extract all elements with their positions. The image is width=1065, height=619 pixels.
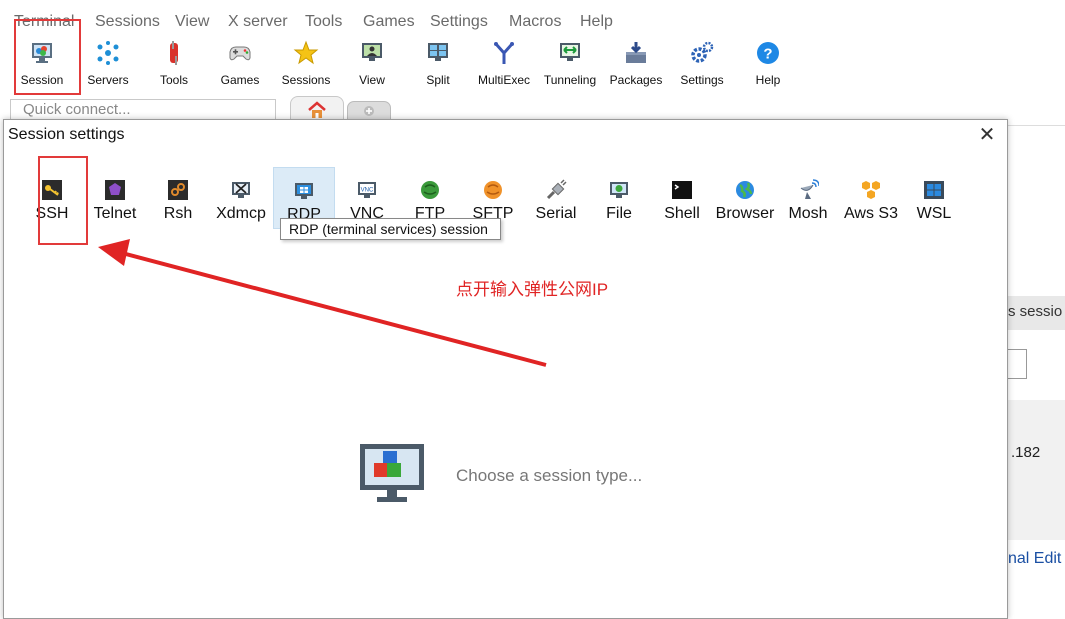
toolbar-tunneling-button[interactable]: Tunneling — [537, 38, 603, 92]
svg-text:?: ? — [763, 46, 772, 63]
split-icon — [428, 43, 448, 61]
toolbar-label: MultiExec — [477, 73, 530, 87]
quick-connect-input[interactable]: Quick connect... — [10, 99, 276, 121]
toolbar-help-button[interactable]: ? Help — [735, 38, 801, 92]
menu-view[interactable]: View — [175, 13, 209, 31]
toolbar-settings-button[interactable]: Settings — [669, 38, 735, 92]
toolbar-split-button[interactable]: Split — [405, 38, 471, 92]
toolbar-sessions-button[interactable]: Sessions — [273, 38, 339, 92]
toolbar: Session Servers Tools Games Sessions Vie… — [0, 36, 1065, 94]
multiexec-icon — [494, 42, 514, 64]
toolbar-packages-button[interactable]: Packages — [603, 38, 669, 92]
annotation-arrow — [98, 239, 547, 367]
toolbar-tools-button[interactable]: Tools — [141, 38, 207, 92]
toolbar-label: Servers — [87, 73, 129, 87]
menu-tools[interactable]: Tools — [305, 13, 342, 31]
session-type-placeholder-icon — [360, 444, 424, 502]
choose-session-text: Choose a session type... — [456, 466, 643, 485]
new-tab-button[interactable] — [347, 101, 391, 121]
menubar: Terminal Sessions View X server Tools Ga… — [0, 9, 1065, 37]
background-input[interactable] — [1008, 349, 1027, 379]
servers-icon — [97, 41, 119, 65]
toolbar-label: Split — [426, 73, 450, 87]
help-icon: ? — [757, 42, 779, 64]
toolbar-label: Sessions — [281, 73, 331, 87]
menu-help[interactable]: Help — [580, 13, 613, 31]
toolbar-games-button[interactable]: Games — [207, 38, 273, 92]
plus-icon — [364, 106, 374, 116]
toolbar-view-button[interactable]: View — [339, 38, 405, 92]
toolbar-multiexec-button[interactable]: MultiExec — [471, 38, 537, 92]
background-session-button-label: s sessio — [1008, 303, 1063, 320]
menu-sessions[interactable]: Sessions — [95, 13, 160, 31]
toolbar-label: Games — [220, 73, 260, 87]
toolbar-label: Settings — [680, 73, 724, 87]
gear-icon — [691, 41, 714, 63]
background-editor-link[interactable]: nal Edit — [1008, 550, 1061, 568]
background-ip-text: .182 — [1011, 444, 1041, 461]
background-panel — [1008, 400, 1065, 540]
menu-games[interactable]: Games — [363, 13, 415, 31]
star-icon — [293, 40, 319, 65]
session-button-highlight — [14, 19, 81, 95]
background-divider — [1008, 125, 1065, 126]
toolbar-servers-button[interactable]: Servers — [75, 38, 141, 92]
toolbar-label: Tools — [159, 73, 188, 87]
toolbar-label: Help — [755, 73, 781, 87]
session-settings-dialog: Session settings ✕ SSH Telnet Rsh Xdmcp … — [3, 119, 1008, 619]
toolbar-label: Packages — [609, 73, 663, 87]
toolbar-label: Tunneling — [543, 73, 597, 87]
packages-icon — [626, 42, 646, 63]
tunneling-icon — [560, 43, 580, 61]
tools-icon — [170, 41, 178, 65]
view-icon — [362, 43, 382, 61]
menu-macros[interactable]: Macros — [509, 13, 561, 31]
home-icon — [308, 101, 326, 118]
menu-x-server[interactable]: X server — [228, 13, 288, 31]
menu-settings[interactable]: Settings — [430, 13, 488, 31]
games-icon — [229, 46, 251, 61]
toolbar-label: View — [359, 73, 385, 87]
